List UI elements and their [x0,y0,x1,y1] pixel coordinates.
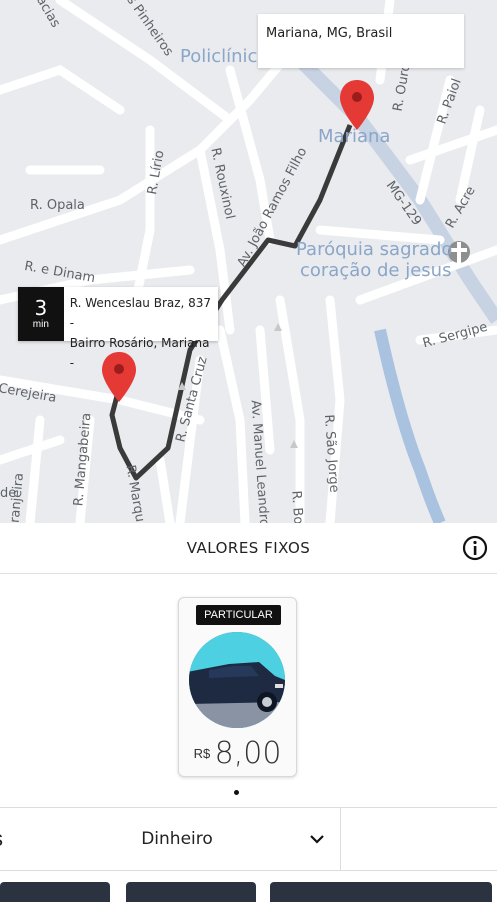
payment-left-partial: s [0,826,3,852]
payment-method-label: Dinheiro [141,829,213,849]
vehicle-card[interactable]: PARTICULAR R$ 8,00 [178,597,297,777]
origin-address: R. Wenceslau Braz, 837 - Bairro Rosário,… [64,287,218,370]
eta-unit: min [32,319,49,330]
price-currency: R$ [193,746,211,761]
vehicle-price: R$ 8,00 [179,736,296,771]
bottom-button-2[interactable] [126,882,256,902]
fare-title: VALORES FIXOS [186,539,311,557]
chevron-down-icon [310,835,324,844]
map-label-opala: R. Opala [30,198,85,213]
map-label-policlinica: Policlínica [180,46,269,67]
route-map[interactable]: acacias dos Pinheiros Policlínica Marian… [0,0,497,523]
payment-bar: s Dinheiro [0,807,497,871]
map-label-paroquia-2: coração de jesus [300,260,452,281]
destination-address: Mariana, MG, Brasil [266,26,393,41]
map-label-de: de [0,486,17,501]
map-label-paroquia-1: Paróquia sagrado [296,239,453,260]
map-label-rbo: R. Bo [288,490,306,523]
car-icon [189,632,285,728]
info-icon[interactable] [461,534,489,562]
bottom-button-1[interactable] [0,882,110,902]
eta-value: 3 [34,296,48,320]
eta-badge: 3 min [18,287,64,341]
bottom-button-3[interactable] [270,882,492,902]
price-value: 8,00 [214,736,282,771]
origin-address-line1: R. Wenceslau Braz, 837 - [69,296,212,330]
origin-address-line2: Bairro Rosário, Mariana - [69,336,210,370]
carousel-dot [234,790,239,795]
fare-header: VALORES FIXOS [0,523,497,574]
payment-method-select[interactable]: Dinheiro [14,808,341,870]
destination-callout[interactable]: Mariana, MG, Brasil [258,14,464,68]
map-label-mariana: Mariana [318,126,391,147]
vehicle-category-badge: PARTICULAR [196,605,281,625]
origin-callout[interactable]: 3 min R. Wenceslau Braz, 837 - Bairro Ro… [18,287,218,370]
